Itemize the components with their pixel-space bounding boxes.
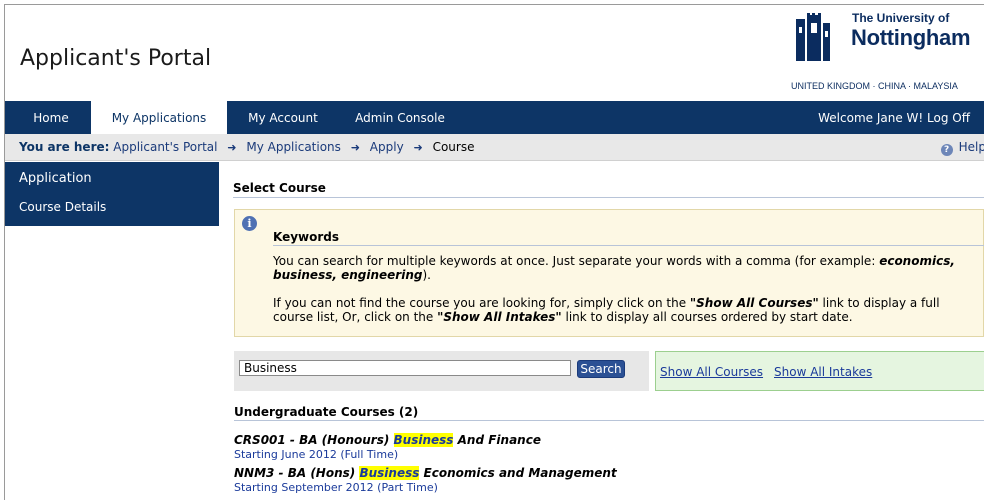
nav-admin-console[interactable]: Admin Console	[348, 101, 452, 134]
course-title: CRS001 - BA (Honours) Business And Finan…	[234, 433, 541, 447]
arrow-right-icon: ➜	[350, 141, 360, 154]
search-button[interactable]: Search	[577, 360, 625, 378]
logo-subtitle: UNITED KINGDOM · CHINA · MALAYSIA	[791, 81, 958, 91]
breadcrumb-course: Course	[432, 140, 475, 154]
breadcrumb-my-applications[interactable]: My Applications	[246, 140, 341, 154]
welcome-text: Welcome Jane W!	[818, 111, 924, 125]
breadcrumb: You are here: Applicant's Portal ➜ My Ap…	[5, 134, 984, 161]
show-all-box: Show All Courses Show All Intakes	[655, 351, 984, 391]
header: Applicant's Portal The University of Not…	[5, 5, 984, 97]
arrow-right-icon: ➜	[227, 141, 237, 154]
course-start-link[interactable]: Starting June 2012 (Full Time)	[234, 448, 541, 461]
help-icon: ?	[940, 144, 953, 156]
undergraduate-heading: Undergraduate Courses (2)	[234, 405, 419, 419]
university-crest-icon	[796, 13, 830, 61]
breadcrumb-prefix: You are here:	[19, 140, 110, 154]
keywords-title: Keywords	[273, 230, 340, 244]
logo-line1: The University of	[852, 11, 950, 25]
course-item[interactable]: CRS001 - BA (Honours) Business And Finan…	[234, 433, 541, 461]
nav-user-area: Welcome Jane W! Log Off	[818, 101, 970, 134]
arrow-right-icon: ➜	[413, 141, 423, 154]
help-link[interactable]: ? Help	[940, 134, 984, 160]
search-input[interactable]	[239, 360, 571, 376]
breadcrumb-applicants-portal[interactable]: Applicant's Portal	[113, 140, 217, 154]
info-icon: i	[242, 216, 257, 231]
course-start-link[interactable]: Starting September 2012 (Part Time)	[234, 481, 617, 494]
section-title: Select Course	[233, 181, 326, 195]
show-all-intakes-link[interactable]: Show All Intakes	[774, 365, 872, 379]
sidebar: Application Course Details	[5, 162, 219, 226]
show-all-courses-link[interactable]: Show All Courses	[660, 365, 763, 379]
breadcrumb-apply[interactable]: Apply	[370, 140, 404, 154]
nav-home[interactable]: Home	[21, 101, 81, 134]
nav-my-applications[interactable]: My Applications	[91, 101, 227, 134]
course-title: NNM3 - BA (Hons) Business Economics and …	[234, 466, 617, 480]
keywords-info-box: i Keywords You can search for multiple k…	[234, 209, 984, 337]
keywords-text-2: If you can not find the course you are l…	[273, 296, 940, 324]
search-bar: Search	[234, 351, 649, 391]
logo-line2: Nottingham	[851, 25, 971, 50]
section-divider	[233, 197, 984, 198]
sidebar-heading: Application	[19, 171, 92, 186]
main-nav: Home My Applications My Account Admin Co…	[5, 101, 984, 134]
course-item[interactable]: NNM3 - BA (Hons) Business Economics and …	[234, 466, 617, 494]
keywords-divider	[273, 245, 984, 246]
portal-frame: Applicant's Portal The University of Not…	[4, 4, 984, 500]
app-title: Applicant's Portal	[20, 46, 212, 71]
logoff-link[interactable]: Log Off	[927, 111, 970, 125]
help-label: Help	[958, 140, 984, 154]
undergraduate-divider	[234, 420, 984, 421]
sidebar-item-course-details[interactable]: Course Details	[19, 200, 106, 214]
nav-my-account[interactable]: My Account	[239, 101, 327, 134]
keywords-text-1: You can search for multiple keywords at …	[273, 254, 955, 282]
